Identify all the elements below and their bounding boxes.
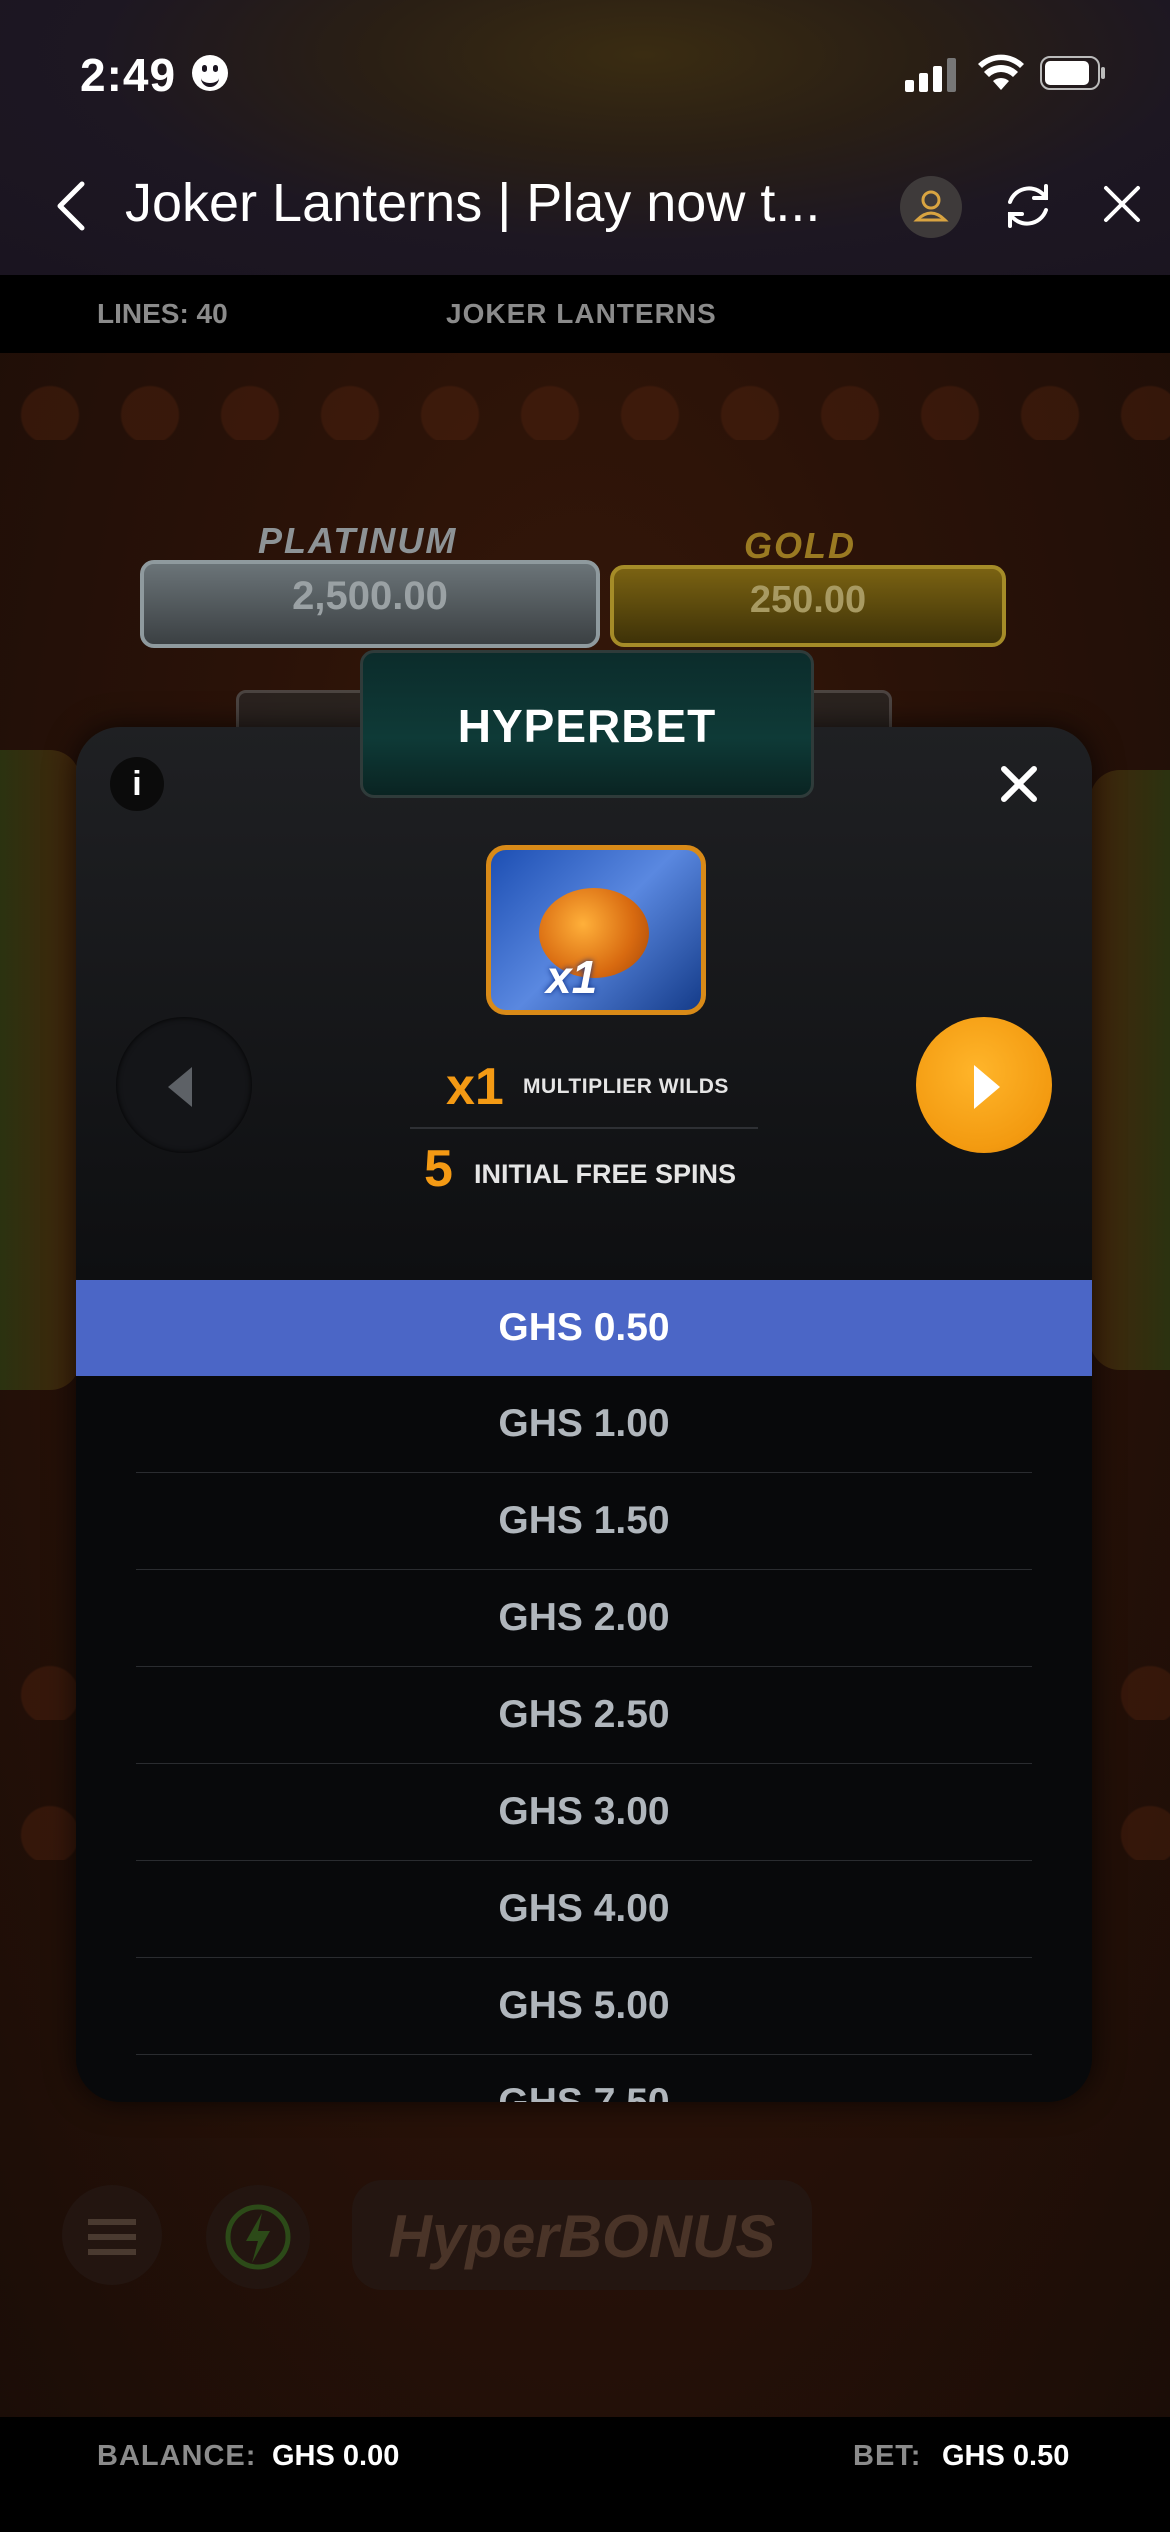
turbo-button[interactable] (206, 2185, 310, 2289)
turbo-icon (225, 2204, 291, 2270)
bet-option[interactable]: GHS 5.00 (76, 1958, 1092, 2054)
refresh-icon[interactable] (1000, 178, 1056, 234)
bet-option[interactable]: GHS 7.50 (76, 2055, 1092, 2102)
modal-title-tab: HYPERBET (360, 650, 814, 798)
prev-arrow-icon (168, 1067, 192, 1107)
close-icon[interactable] (1100, 182, 1144, 226)
menu-button[interactable] (62, 2185, 162, 2285)
reel-frame-right (1090, 770, 1170, 1370)
bet-option[interactable]: GHS 3.00 (76, 1764, 1092, 1860)
back-icon[interactable] (52, 180, 92, 232)
profile-icon (913, 190, 949, 222)
multiplier-value: x1 (446, 1058, 504, 1116)
divider (410, 1127, 758, 1129)
bet-option[interactable]: GHS 1.00 (76, 1376, 1092, 1472)
reel-frame-left (0, 750, 80, 1390)
next-option-button[interactable] (916, 1017, 1052, 1153)
page-title: Joker Lanterns | Play now t... (125, 173, 821, 233)
jackpot-platinum: 2,500.00 (140, 560, 600, 648)
menu-icon (88, 2219, 136, 2255)
jackpot-platinum-value: 2,500.00 (292, 574, 448, 618)
jackpot-gold-value: 250.00 (749, 579, 867, 621)
jackpot-platinum-label: PLATINUM (258, 520, 458, 561)
free-spins-text: INITIAL FREE SPINS (474, 1159, 737, 1189)
lines-count: LINES: 40 (97, 298, 228, 329)
hyperbonus-button[interactable]: HyperBONUS (352, 2180, 812, 2290)
joker-pumpkin-icon: x1 (486, 845, 706, 1015)
wifi-icon (978, 54, 1024, 90)
previous-option-button[interactable] (116, 1017, 252, 1153)
battery-icon (1040, 56, 1105, 90)
focus-smiley-icon (192, 55, 228, 91)
footer-bar (0, 2417, 1170, 2532)
balance-value: GHS 0.00 (272, 2440, 400, 2472)
balance-label: BALANCE: (97, 2440, 257, 2472)
cellular-signal-icon (905, 58, 956, 92)
info-button[interactable]: i (110, 757, 164, 811)
bet-value: GHS 0.50 (942, 2440, 1070, 2472)
feature-multiplier-badge: x1 (546, 951, 598, 1003)
hyperbonus-label: HyperBONUS (388, 2203, 776, 2270)
bet-option[interactable]: GHS 2.50 (76, 1667, 1092, 1763)
multiplier-info: x1 MULTIPLIER WILDS (446, 1057, 746, 1117)
bet-option[interactable]: GHS 2.00 (76, 1570, 1092, 1666)
bet-option-selected[interactable]: GHS 0.50 (76, 1280, 1092, 1376)
status-time: 2:49 (80, 49, 177, 101)
game-name: JOKER LANTERNS (446, 298, 717, 329)
bet-option[interactable]: GHS 1.50 (76, 1473, 1092, 1569)
jackpot-gold: 250.00 (610, 565, 1006, 647)
bet-label: BET: (853, 2440, 922, 2472)
multiplier-text: MULTIPLIER WILDS (523, 1075, 729, 1098)
bet-options-list[interactable]: GHS 0.50 GHS 1.00 GHS 1.50 GHS 2.00 GHS … (76, 1280, 1092, 2102)
close-icon[interactable] (994, 759, 1044, 809)
bet-option[interactable]: GHS 4.00 (76, 1861, 1092, 1957)
modal-title: HYPERBET (457, 700, 717, 752)
profile-button[interactable] (900, 176, 962, 238)
free-spins-info: 5 INITIAL FREE SPINS (424, 1139, 804, 1199)
free-spins-value: 5 (424, 1140, 453, 1198)
pumpkin-pattern (0, 360, 1170, 440)
hyperbet-modal: i x1 x1 MULTIPLIER WILDS 5 INITIAL FREE … (76, 727, 1092, 2102)
next-arrow-icon (974, 1065, 1000, 1109)
jackpot-gold-label: GOLD (744, 525, 856, 566)
info-icon: i (132, 765, 142, 803)
